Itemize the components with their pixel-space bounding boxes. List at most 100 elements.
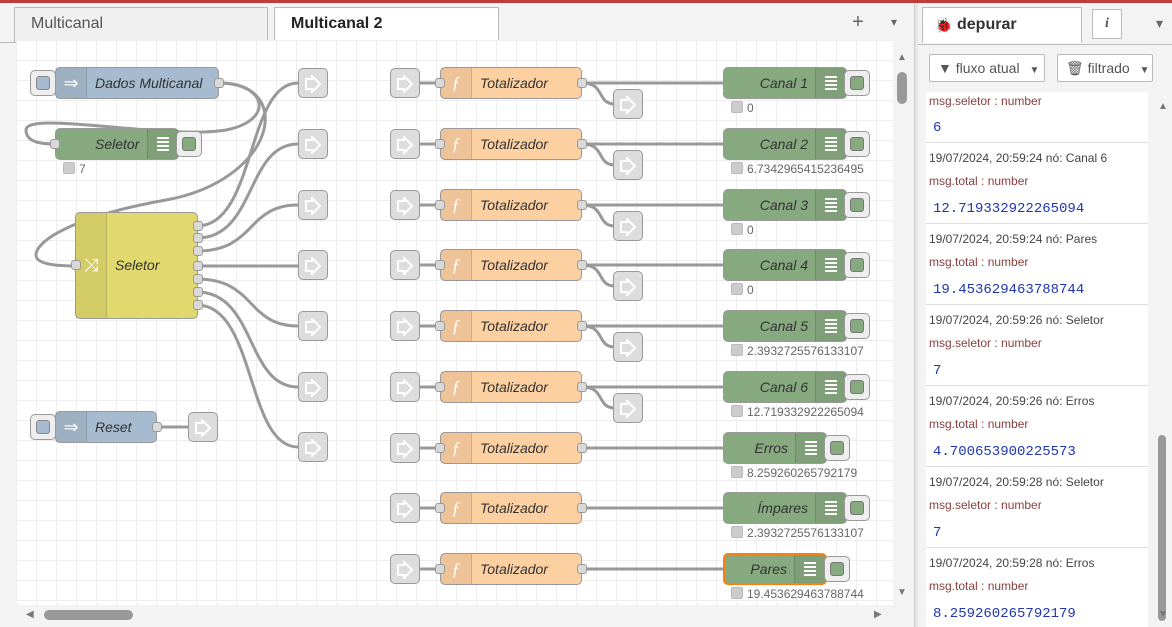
output-port-5[interactable] [193, 274, 203, 284]
debug-message[interactable]: 19/07/2024, 20:59:26 nó: Seletor msg.sel… [926, 305, 1148, 386]
debug-toggle[interactable] [844, 495, 870, 521]
debug-node-canal-6[interactable]: Canal 6 [723, 371, 847, 403]
link-out-node-2[interactable] [298, 129, 328, 159]
output-port[interactable] [152, 422, 162, 432]
tab-menu-chevron-icon[interactable]: ▾ [883, 11, 905, 33]
inject-node-reset[interactable]: ⇒ Reset [55, 411, 157, 443]
scroll-left-icon[interactable]: ◀ [26, 609, 34, 620]
tab-multicanal[interactable]: Multicanal [14, 7, 268, 42]
link-in-node[interactable] [390, 372, 420, 402]
link-out-node-7[interactable] [298, 432, 328, 462]
debug-node-canal-4[interactable]: Canal 4 [723, 249, 847, 281]
link-out-node[interactable] [613, 150, 643, 180]
function-node-totalizador[interactable]: ƒ Totalizador [440, 553, 582, 585]
switch-node-seletor[interactable]: ⤨ Seletor [75, 212, 198, 319]
debug-toggle[interactable] [844, 192, 870, 218]
input-port[interactable] [435, 321, 445, 331]
debug-message[interactable]: msg.seletor : number 6 [926, 92, 1148, 143]
debug-node-canal-3[interactable]: Canal 3 [723, 189, 847, 221]
function-node-totalizador[interactable]: ƒ Totalizador [440, 249, 582, 281]
debug-node-impares[interactable]: Ímpares [723, 492, 847, 524]
link-in-node[interactable] [390, 129, 420, 159]
debug-toggle-seletor[interactable] [176, 131, 202, 157]
link-in-node[interactable] [390, 311, 420, 341]
canvas-vertical-scroll-thumb[interactable] [897, 72, 907, 104]
link-in-node[interactable] [390, 190, 420, 220]
debug-node-canal-1[interactable]: Canal 1 [723, 67, 847, 99]
debug-message[interactable]: 19/07/2024, 20:59:26 nó: Erros msg.total… [926, 386, 1148, 467]
inject-node-dados-multicanal[interactable]: ⇒ Dados Multicanal [55, 67, 219, 99]
link-out-node-reset[interactable] [188, 412, 218, 442]
debug-message[interactable]: 19/07/2024, 20:59:24 nó: Pares msg.total… [926, 224, 1148, 305]
scroll-down-icon[interactable]: ▼ [1158, 609, 1168, 620]
link-out-node-6[interactable] [298, 372, 328, 402]
output-port-4[interactable] [193, 261, 203, 271]
debug-node-canal-5[interactable]: Canal 5 [723, 310, 847, 342]
link-in-node[interactable] [390, 433, 420, 463]
output-port[interactable] [577, 564, 587, 574]
output-port[interactable] [577, 78, 587, 88]
input-port[interactable] [435, 503, 445, 513]
input-port[interactable] [435, 200, 445, 210]
input-port[interactable] [435, 78, 445, 88]
inject-button-dados[interactable] [30, 70, 56, 96]
output-port[interactable] [577, 382, 587, 392]
link-out-node[interactable] [613, 332, 643, 362]
debug-message-list[interactable]: msg.seletor : number 6 19/07/2024, 20:59… [926, 92, 1148, 627]
function-node-totalizador[interactable]: ƒ Totalizador [440, 432, 582, 464]
input-port[interactable] [435, 139, 445, 149]
debug-scroll-thumb[interactable] [1158, 435, 1166, 621]
add-tab-icon[interactable]: + [847, 11, 869, 33]
canvas-horizontal-scrollbar[interactable] [16, 605, 893, 624]
input-port[interactable] [71, 260, 81, 270]
tab-depurar[interactable]: 🐞 depurar [922, 7, 1082, 43]
debug-node-pares[interactable]: Pares [723, 553, 827, 585]
link-out-node[interactable] [613, 271, 643, 301]
scroll-down-icon[interactable]: ▼ [897, 587, 907, 598]
input-port[interactable] [435, 382, 445, 392]
debug-toggle[interactable] [824, 556, 850, 582]
input-port[interactable] [435, 564, 445, 574]
function-node-totalizador[interactable]: ƒ Totalizador [440, 371, 582, 403]
output-port-1[interactable] [193, 221, 203, 231]
debug-toggle[interactable] [824, 435, 850, 461]
flow-canvas[interactable]: ⇒ Dados Multicanal Seletor 7 ⤨ Seletor ⇒… [16, 40, 893, 605]
tab-multicanal-2[interactable]: Multicanal 2 [274, 7, 499, 43]
link-in-node[interactable] [390, 250, 420, 280]
debug-toggle[interactable] [844, 313, 870, 339]
debug-toggle[interactable] [844, 70, 870, 96]
debug-node-erros[interactable]: Erros [723, 432, 827, 464]
output-port[interactable] [577, 503, 587, 513]
link-out-node[interactable] [613, 211, 643, 241]
debug-toggle[interactable] [844, 131, 870, 157]
debug-message[interactable]: 19/07/2024, 20:59:24 nó: Canal 6 msg.tot… [926, 143, 1148, 224]
function-node-totalizador[interactable]: ƒ Totalizador [440, 189, 582, 221]
canvas-vertical-scrollbar[interactable] [893, 40, 914, 605]
function-node-totalizador[interactable]: ƒ Totalizador [440, 128, 582, 160]
debug-node-canal-2[interactable]: Canal 2 [723, 128, 847, 160]
scroll-right-icon[interactable]: ▶ [874, 609, 882, 620]
scroll-up-icon[interactable]: ▲ [1158, 101, 1168, 112]
output-port[interactable] [577, 443, 587, 453]
link-out-node[interactable] [613, 89, 643, 119]
link-in-node[interactable] [390, 554, 420, 584]
output-port-2[interactable] [193, 233, 203, 243]
output-port[interactable] [577, 260, 587, 270]
output-port[interactable] [214, 78, 224, 88]
input-port[interactable] [435, 443, 445, 453]
scroll-up-icon[interactable]: ▲ [897, 52, 907, 63]
link-out-node-4[interactable] [298, 250, 328, 280]
function-node-totalizador[interactable]: ƒ Totalizador [440, 67, 582, 99]
input-port[interactable] [50, 139, 60, 149]
debug-message[interactable]: 19/07/2024, 20:59:28 nó: Erros msg.total… [926, 548, 1148, 627]
function-node-totalizador[interactable]: ƒ Totalizador [440, 492, 582, 524]
output-port[interactable] [577, 139, 587, 149]
debug-toggle[interactable] [844, 374, 870, 400]
function-node-totalizador[interactable]: ƒ Totalizador [440, 310, 582, 342]
inject-button-reset[interactable] [30, 414, 56, 440]
filtered-button[interactable]: 🗑 filtrado ▼ [1057, 54, 1153, 82]
input-port[interactable] [435, 260, 445, 270]
output-port-6[interactable] [193, 287, 203, 297]
output-port-7[interactable] [193, 300, 203, 310]
debug-message[interactable]: 19/07/2024, 20:59:28 nó: Seletor msg.sel… [926, 467, 1148, 548]
